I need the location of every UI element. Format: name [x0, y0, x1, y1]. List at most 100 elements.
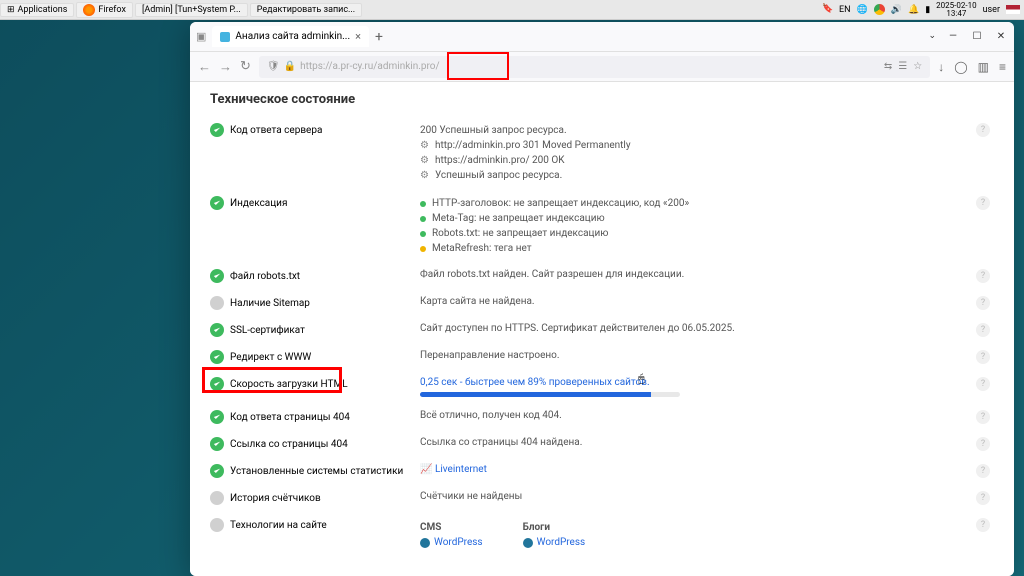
browser-window: ▣ Анализ сайта adminkin... × + ⌄ — ☐ ✕ ←… — [190, 22, 1014, 576]
menu-icon[interactable]: ≡ — [999, 60, 1006, 74]
bullet-icon — [420, 201, 426, 207]
help-icon[interactable]: ? — [976, 350, 990, 364]
translate-icon[interactable]: ⇆ — [884, 61, 892, 72]
library-icon[interactable]: ▥ — [978, 60, 989, 74]
tray-icon-bookmark[interactable]: 🔖 — [822, 4, 833, 15]
account-icon[interactable]: ◯ — [954, 60, 967, 74]
tab-favicon — [220, 32, 230, 42]
label: Код ответа сервера — [230, 125, 322, 136]
value: Перенаправление настроено. — [420, 350, 560, 361]
page-content[interactable]: Техническое состояние Код ответа сервера… — [190, 82, 1014, 576]
help-icon[interactable]: ? — [976, 123, 990, 137]
tech-item[interactable]: WordPress — [420, 537, 483, 548]
bell-icon[interactable]: 🔔 — [908, 5, 919, 15]
browser-titlebar: ▣ Анализ сайта adminkin... × + ⌄ — ☐ ✕ — [190, 22, 1014, 52]
row-counters: История счётчиков Счётчики не найдены ? — [210, 484, 994, 511]
chart-icon: 📈 — [420, 464, 432, 475]
taskbar-firefox[interactable]: Firefox — [76, 2, 133, 18]
value: Сайт доступен по HTTPS. Сертификат дейст… — [420, 323, 735, 334]
value: Meta-Tag: не запрещает индексацию — [432, 213, 605, 224]
tech-column-cms: CMS WordPress — [420, 522, 483, 548]
shield-icon[interactable]: 🛡 — [267, 61, 280, 72]
sidebar-toggle-icon[interactable]: ▣ — [196, 30, 206, 43]
check-icon — [210, 377, 224, 391]
help-icon[interactable]: ? — [976, 410, 990, 424]
value: Файл robots.txt найден. Сайт разрешен дл… — [420, 269, 684, 280]
help-icon[interactable]: ? — [976, 269, 990, 283]
user-label[interactable]: user — [983, 5, 1000, 15]
volume-icon[interactable]: 🔊 — [891, 5, 902, 15]
time-text: 13:47 — [946, 9, 966, 18]
url-right-icons: ⇆ ☰ ☆ — [884, 61, 922, 72]
row-404-code: Код ответа страницы 404 Всё отлично, пол… — [210, 403, 994, 430]
tech-item[interactable]: WordPress — [523, 537, 586, 548]
maximize-button[interactable]: ☐ — [970, 31, 984, 42]
row-www-redirect: Редирект с WWW Перенаправление настроено… — [210, 343, 994, 370]
toolbar-icons: ↓ ◯ ▥ ≡ — [938, 60, 1006, 74]
row-stats: Установленные системы статистики 📈 Livei… — [210, 457, 994, 484]
clock[interactable]: 2025-02-10 13:47 — [936, 2, 976, 18]
label: История счётчиков — [230, 493, 321, 504]
os-taskbar: ⊞ Applications Firefox [Admin] [Tun+Syst… — [0, 0, 1024, 20]
neutral-icon — [210, 518, 224, 532]
help-icon[interactable]: ? — [976, 437, 990, 451]
help-icon[interactable]: ? — [976, 296, 990, 310]
row-404-link: Ссылка со страницы 404 Ссылка со страниц… — [210, 430, 994, 457]
check-icon — [210, 464, 224, 478]
lang-indicator[interactable]: EN — [839, 5, 851, 15]
row-ssl: SSL-сертификат Сайт доступен по HTTPS. С… — [210, 316, 994, 343]
chevron-down-icon[interactable]: ⌄ — [928, 31, 936, 42]
nav-back-button[interactable]: ← — [198, 59, 211, 75]
value: Robots.txt: не запрещает индексацию — [432, 228, 608, 239]
label: Наличие Sitemap — [230, 298, 310, 309]
applications-menu[interactable]: ⊞ Applications — [0, 3, 74, 17]
help-icon[interactable]: ? — [976, 518, 990, 532]
taskbar-task-admin[interactable]: [Admin] [Tun+System P... — [135, 3, 248, 17]
help-icon[interactable]: ? — [976, 377, 990, 391]
nav-forward-button[interactable]: → — [219, 59, 232, 75]
value: MetaRefresh: тега нет — [432, 243, 532, 254]
help-icon[interactable]: ? — [976, 196, 990, 210]
check-icon — [210, 196, 224, 210]
url-bar[interactable]: 🛡 🔒 https://a.pr-cy.ru/adminkin.pro/ ⇆ ☰… — [259, 56, 930, 78]
firefox-icon — [83, 4, 95, 16]
star-icon[interactable]: ☆ — [913, 61, 922, 72]
nav-reload-button[interactable]: ↻ — [240, 59, 251, 74]
flag-icon — [1006, 5, 1020, 14]
check-icon — [210, 123, 224, 137]
wordpress-icon — [523, 538, 533, 548]
value: Всё отлично, получен код 404. — [420, 410, 562, 421]
row-html-speed: Скорость загрузки HTML 0,25 сек - быстре… — [210, 370, 994, 403]
value[interactable]: Liveinternet — [435, 464, 487, 475]
firefox-label: Firefox — [98, 5, 126, 15]
tab-close-icon[interactable]: × — [355, 30, 361, 43]
globe-icon[interactable]: 🌐 — [857, 5, 868, 15]
row-sitemap: Наличие Sitemap Карта сайта не найдена. … — [210, 289, 994, 316]
help-icon[interactable]: ? — [976, 491, 990, 505]
help-icon[interactable]: ? — [976, 323, 990, 337]
annotation-red-box-url — [447, 52, 509, 80]
network-icon[interactable]: ▮ — [925, 5, 930, 15]
value: Карта сайта не найдена. — [420, 296, 535, 307]
help-icon[interactable]: ? — [976, 464, 990, 478]
browser-tab[interactable]: Анализ сайта adminkin... × — [212, 26, 369, 47]
reader-icon[interactable]: ☰ — [898, 61, 907, 72]
lock-icon[interactable]: 🔒 — [284, 61, 296, 72]
task-label: Редактировать запис... — [257, 5, 355, 15]
value: Ссылка со страницы 404 найдена. — [420, 437, 582, 448]
close-button[interactable]: ✕ — [994, 31, 1008, 42]
bullet-icon — [420, 246, 426, 252]
tab-title: Анализ сайта adminkin... — [235, 31, 350, 42]
value: 0,25 сек - быстрее чем 89% проверенных с… — [420, 377, 650, 388]
page-title: Техническое состояние — [210, 92, 994, 107]
new-tab-button[interactable]: + — [375, 29, 383, 45]
applications-label: Applications — [18, 5, 68, 15]
chrome-icon[interactable] — [874, 4, 885, 15]
taskbar-task-edit[interactable]: Редактировать запис... — [250, 3, 362, 17]
gear-icon: ⚙ — [420, 170, 429, 181]
value: Счётчики не найдены — [420, 491, 522, 502]
row-indexing: Индексация HTTP-заголовок: не запрещает … — [210, 189, 994, 262]
label: Файл robots.txt — [230, 271, 300, 282]
minimize-button[interactable]: — — [946, 31, 960, 42]
download-icon[interactable]: ↓ — [938, 60, 944, 74]
